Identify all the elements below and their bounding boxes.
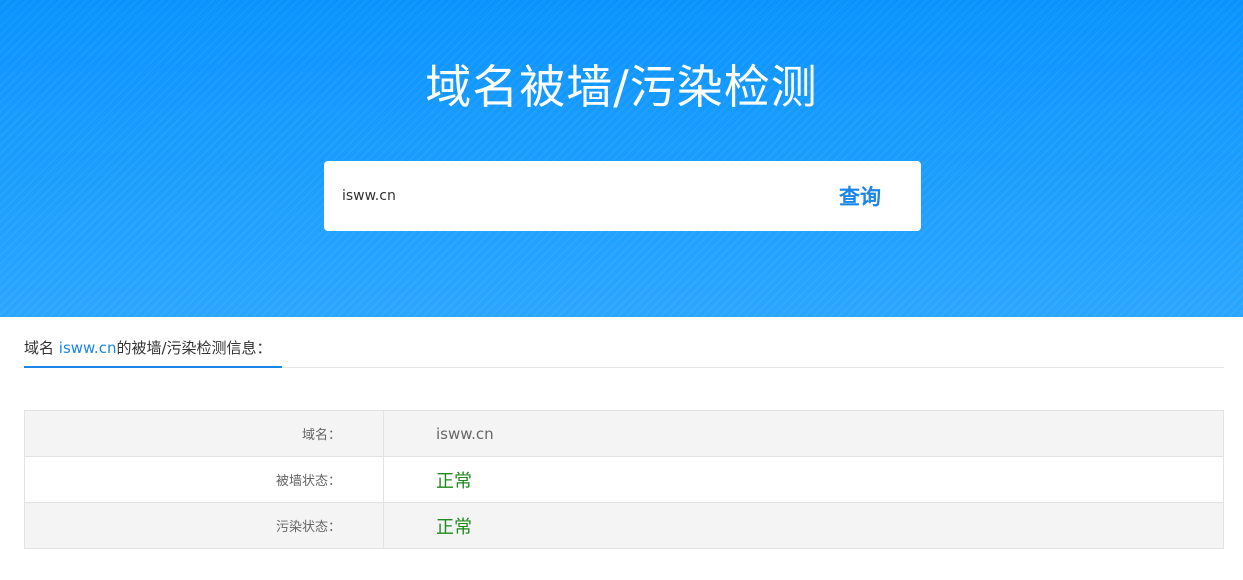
result-table: 域名： isww.cn 被墙状态： 正常 污染状态： 正常 [24,410,1224,549]
result-domain-link[interactable]: isww.cn [59,339,117,357]
row-label: 被墙状态： [24,456,384,503]
row-label: 污染状态： [24,502,384,549]
domain-search-input[interactable] [342,180,812,212]
result-header-prefix: 域名 [24,339,59,357]
pollution-status-value: 正常 [383,502,1224,549]
block-status-value: 正常 [383,456,1224,503]
row-value: isww.cn [383,410,1224,457]
table-row-domain: 域名： isww.cn [24,410,1224,457]
result-header-suffix: 的被墙/污染检测信息： [116,339,272,357]
hero-banner: 域名被墙/污染检测 查询 [0,0,1243,317]
result-section-header: 域名 isww.cn的被墙/污染检测信息： [24,338,1224,368]
search-box: 查询 [324,161,921,231]
page-title: 域名被墙/污染检测 [425,60,818,114]
table-row-block-status: 被墙状态： 正常 [24,456,1224,503]
result-section-tab: 域名 isww.cn的被墙/污染检测信息： [24,338,282,368]
row-label: 域名： [24,410,384,457]
table-row-pollution-status: 污染状态： 正常 [24,502,1224,549]
query-button[interactable]: 查询 [815,174,905,218]
